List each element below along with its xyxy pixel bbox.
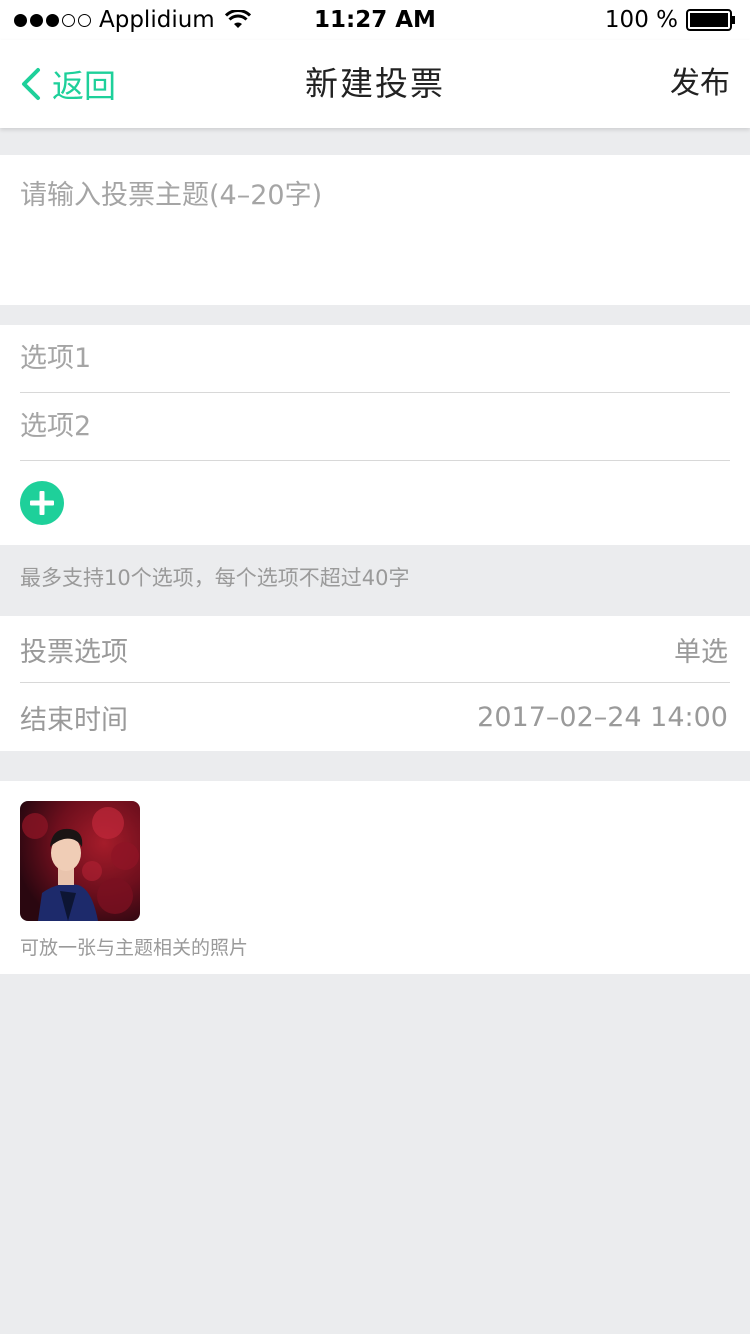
back-button[interactable]: 返回 [18, 40, 116, 128]
signal-dot [30, 13, 43, 27]
options-card [0, 325, 750, 545]
end-time-label: 结束时间 [20, 705, 128, 736]
options-hint: 最多支持10个选项，每个选项不超过40字 [20, 566, 410, 590]
option-row [20, 393, 730, 461]
vote-type-value: 单选 [674, 636, 728, 668]
portrait-image [20, 801, 140, 921]
vote-type-label: 投票选项 [20, 636, 128, 668]
end-time-value: 2017–02–24 14:00 [477, 702, 728, 733]
battery-icon [686, 9, 735, 31]
end-time-row[interactable]: 结束时间 2017–02–24 14:00 [20, 684, 730, 751]
status-left: Applidium [14, 0, 251, 40]
status-bar: Applidium 11:27 AM 100 % [0, 0, 750, 40]
plus-circle-icon[interactable] [20, 481, 64, 525]
signal-dot [62, 13, 75, 27]
topic-input[interactable] [0, 155, 750, 305]
publish-button[interactable]: 发布 [670, 40, 730, 128]
battery-percent: 100 % [604, 7, 678, 33]
photo-card: 可放一张与主题相关的照片 [0, 781, 750, 974]
navigation-bar: 返回 新建投票 发布 [0, 40, 750, 128]
signal-dot [46, 13, 59, 27]
photo-caption: 可放一张与主题相关的照片 [20, 937, 249, 959]
wifi-icon [224, 10, 251, 28]
photo-thumbnail[interactable] [20, 801, 140, 921]
option-input-2[interactable] [20, 393, 730, 460]
status-right: 100 % [605, 0, 736, 40]
back-label: 返回 [52, 67, 117, 105]
option-row [20, 325, 730, 393]
signal-dot [14, 13, 27, 27]
chevron-left-icon [22, 68, 40, 100]
signal-dot [78, 13, 91, 27]
vote-type-row[interactable]: 投票选项 单选 [20, 616, 730, 683]
option-input-1[interactable] [20, 325, 730, 392]
settings-card: 投票选项 单选 结束时间 2017–02–24 14:00 [0, 616, 750, 751]
topic-card [0, 155, 750, 305]
signal-strength-icon [14, 13, 91, 27]
carrier-name: Applidium [99, 7, 215, 33]
